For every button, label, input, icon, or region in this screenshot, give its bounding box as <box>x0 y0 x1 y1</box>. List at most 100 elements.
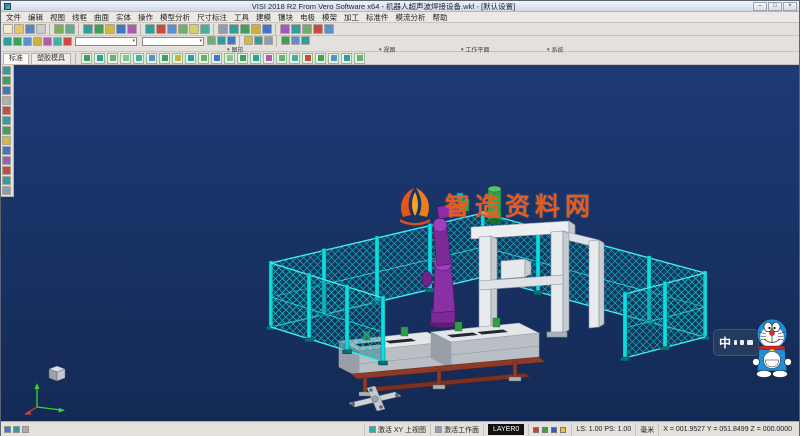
menu-item[interactable]: 模架 <box>322 12 337 23</box>
cad-tool-icon[interactable] <box>280 24 290 34</box>
toolbar-icon[interactable] <box>81 53 92 64</box>
layer-color-swatch[interactable] <box>551 427 557 433</box>
undo-icon[interactable] <box>54 24 64 34</box>
cad-tool-icon[interactable] <box>2 176 11 185</box>
cad-tool-icon[interactable] <box>207 36 216 45</box>
menu-item[interactable]: 帮助 <box>433 12 448 23</box>
status-icon[interactable] <box>4 426 11 433</box>
cad-tool-icon[interactable] <box>200 24 210 34</box>
cad-tool-icon[interactable] <box>2 186 11 195</box>
cad-tool-icon[interactable] <box>244 36 253 45</box>
menu-item[interactable]: 加工 <box>344 12 359 23</box>
menu-item[interactable]: 模型分析 <box>160 12 190 23</box>
toolbar-icon[interactable] <box>250 53 261 64</box>
toolbar-icon[interactable] <box>172 53 183 64</box>
cad-tool-icon[interactable] <box>2 66 11 75</box>
cad-tool-icon[interactable] <box>127 24 137 34</box>
cad-tool-icon[interactable] <box>13 37 22 46</box>
active-view-indicator[interactable]: 激活 XY 上视图 <box>364 424 430 436</box>
group-views[interactable]: ▾视图 <box>379 45 396 54</box>
menu-item[interactable]: 曲面 <box>94 12 109 23</box>
ime-icon[interactable] <box>734 340 737 345</box>
tab-standard[interactable]: 标准 <box>3 53 29 64</box>
new-file-icon[interactable] <box>3 24 13 34</box>
toolbar-icon[interactable] <box>341 53 352 64</box>
cad-tool-icon[interactable] <box>291 36 300 45</box>
cad-tool-icon[interactable] <box>178 24 188 34</box>
cad-tool-icon[interactable] <box>254 36 263 45</box>
toolbar-icon[interactable] <box>211 53 222 64</box>
menu-item[interactable]: 操作 <box>138 12 153 23</box>
cad-tool-icon[interactable] <box>262 24 272 34</box>
cad-tool-icon[interactable] <box>2 126 11 135</box>
toolbar-icon[interactable] <box>302 53 313 64</box>
cad-tool-icon[interactable] <box>302 24 312 34</box>
group-graphics[interactable]: ▾图形 <box>227 45 244 54</box>
status-icon[interactable] <box>22 426 29 433</box>
toolbar-icon[interactable] <box>107 53 118 64</box>
toolbar-icon[interactable] <box>315 53 326 64</box>
menu-item[interactable]: 实体 <box>116 12 131 23</box>
cad-tool-icon[interactable] <box>264 36 273 45</box>
cad-tool-icon[interactable] <box>240 24 250 34</box>
toolbar-icon[interactable] <box>159 53 170 64</box>
view-combo[interactable]: ▾ <box>142 37 204 46</box>
cad-tool-icon[interactable] <box>291 24 301 34</box>
cad-tool-icon[interactable] <box>2 136 11 145</box>
menu-item[interactable]: 线框 <box>72 12 87 23</box>
ime-icon[interactable] <box>740 340 743 345</box>
layer-color-swatch[interactable] <box>542 427 548 433</box>
layer-color-swatch[interactable] <box>533 427 539 433</box>
scene-canvas[interactable] <box>13 65 799 421</box>
save-icon[interactable] <box>25 24 35 34</box>
cad-tool-icon[interactable] <box>218 24 228 34</box>
toolbar-icon[interactable] <box>276 53 287 64</box>
toolbar-icon[interactable] <box>146 53 157 64</box>
cad-tool-icon[interactable] <box>2 96 11 105</box>
toolbar-icon[interactable] <box>133 53 144 64</box>
group-workplane[interactable]: ▾工作平面 <box>461 45 490 54</box>
cad-tool-icon[interactable] <box>33 37 42 46</box>
cad-tool-icon[interactable] <box>281 36 290 45</box>
layer-combo[interactable]: ▾ <box>75 37 137 46</box>
menu-item[interactable]: 编辑 <box>28 12 43 23</box>
cad-tool-icon[interactable] <box>83 24 93 34</box>
cad-tool-icon[interactable] <box>301 36 310 45</box>
group-system[interactable]: ▾系统 <box>547 45 564 54</box>
layer-color-swatch[interactable] <box>560 427 566 433</box>
cad-tool-icon[interactable] <box>167 24 177 34</box>
open-file-icon[interactable] <box>14 24 24 34</box>
menu-item[interactable]: 视图 <box>50 12 65 23</box>
cad-tool-icon[interactable] <box>116 24 126 34</box>
menu-item[interactable]: 模流分析 <box>396 12 426 23</box>
toolbar-icon[interactable] <box>185 53 196 64</box>
toolbar-icon[interactable] <box>198 53 209 64</box>
viewport-3d[interactable]: 智造资料网 中 <box>1 65 799 421</box>
menu-item[interactable]: 镶块 <box>278 12 293 23</box>
cad-tool-icon[interactable] <box>145 24 155 34</box>
cad-tool-icon[interactable] <box>251 24 261 34</box>
cad-tool-icon[interactable] <box>23 37 32 46</box>
cad-tool-icon[interactable] <box>94 24 104 34</box>
active-workplane-indicator[interactable]: 激活工作面 <box>430 424 483 436</box>
cad-tool-icon[interactable] <box>2 156 11 165</box>
close-button[interactable]: × <box>783 2 797 11</box>
toolbar-icon[interactable] <box>263 53 274 64</box>
cad-tool-icon[interactable] <box>2 86 11 95</box>
cad-tool-icon[interactable] <box>2 166 11 175</box>
cad-tool-icon[interactable] <box>63 37 72 46</box>
cad-tool-icon[interactable] <box>156 24 166 34</box>
menu-item[interactable]: 尺寸标注 <box>197 12 227 23</box>
toolbar-icon[interactable] <box>354 53 365 64</box>
minimize-button[interactable]: – <box>753 2 767 11</box>
toolbar-icon[interactable] <box>94 53 105 64</box>
toolbar-icon[interactable] <box>237 53 248 64</box>
menu-item[interactable]: 电极 <box>300 12 315 23</box>
cad-tool-icon[interactable] <box>227 36 236 45</box>
layer-indicator[interactable]: LAYER0 <box>483 424 528 436</box>
menu-item[interactable]: 建模 <box>256 12 271 23</box>
toolbar-icon[interactable] <box>224 53 235 64</box>
cad-tool-icon[interactable] <box>53 37 62 46</box>
toolbar-icon[interactable] <box>328 53 339 64</box>
cad-tool-icon[interactable] <box>2 116 11 125</box>
